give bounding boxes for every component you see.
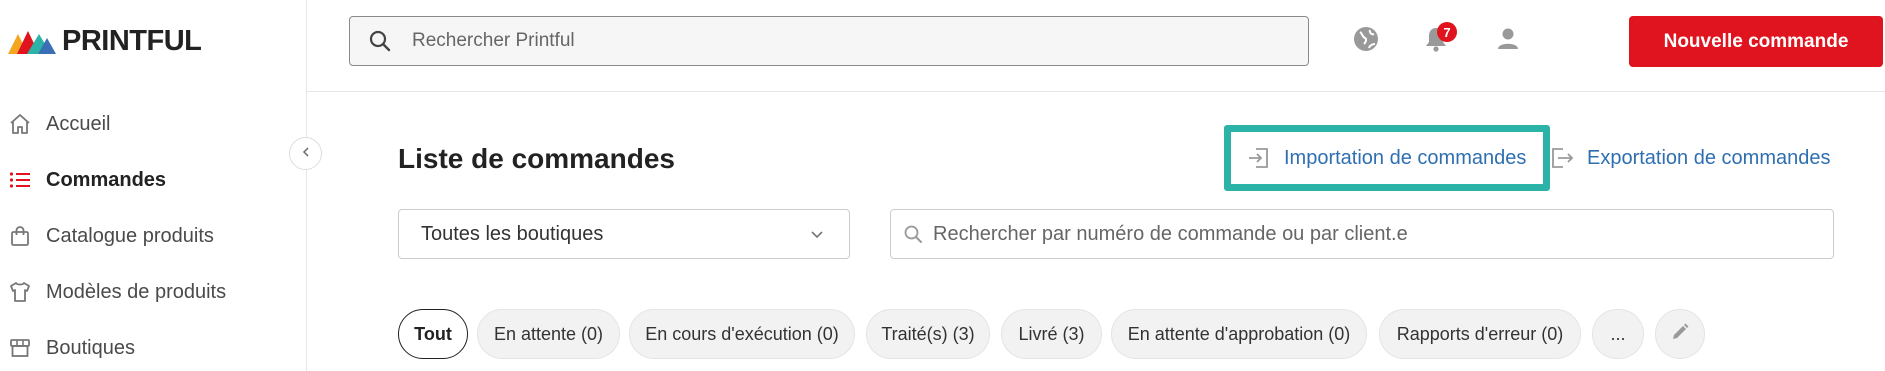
edit-filters-button[interactable] [1655, 309, 1705, 359]
printful-logo-icon [8, 31, 56, 54]
sidebar-item-modeles[interactable]: Modèles de produits [0, 264, 306, 320]
sidebar-item-commandes[interactable]: Commandes [0, 152, 306, 208]
sidebar-item-label: Modèles de produits [46, 280, 227, 303]
collapse-sidebar-button[interactable] [289, 137, 322, 170]
notifications-button[interactable]: 7 [1421, 22, 1457, 56]
order-search[interactable] [890, 209, 1834, 259]
order-search-input[interactable] [933, 222, 1823, 246]
sidebar-item-boutiques[interactable]: Boutiques [0, 320, 306, 371]
language-button[interactable] [1351, 26, 1381, 56]
store-select[interactable]: Toutes les boutiques [398, 209, 850, 259]
sidebar-item-accueil[interactable]: Accueil [0, 96, 306, 152]
printful-logo[interactable]: PRINTFUL [8, 24, 202, 58]
filter-chip-pending[interactable]: En attente (0) [477, 309, 620, 359]
globe-icon [1352, 25, 1380, 58]
store-select-value: Toutes les boutiques [421, 222, 604, 245]
global-search-input[interactable] [412, 30, 1292, 52]
store-icon [7, 335, 33, 361]
new-order-button[interactable]: Nouvelle commande [1629, 16, 1883, 67]
pencil-icon [1670, 322, 1690, 347]
list-icon [7, 167, 33, 193]
sidebar-item-label: Catalogue produits [46, 224, 214, 247]
sidebar: PRINTFUL Accueil Commandes Catalogue pro… [0, 0, 307, 371]
account-button[interactable] [1493, 26, 1523, 56]
top-bar: 7 Nouvelle commande [307, 0, 1885, 92]
sidebar-item-label: Accueil [46, 112, 111, 135]
search-icon [903, 223, 925, 245]
search-icon [368, 28, 394, 54]
filter-chip-more[interactable]: ... [1592, 309, 1644, 359]
filter-chip-delivered[interactable]: Livré (3) [1001, 309, 1102, 359]
chevron-left-icon [300, 145, 312, 163]
filter-chip-awaiting-approval[interactable]: En attente d'approbation (0) [1111, 309, 1367, 359]
sidebar-item-catalogue[interactable]: Catalogue produits [0, 208, 306, 264]
export-orders-label: Exportation de commandes [1587, 146, 1831, 169]
filter-chip-all[interactable]: Tout [398, 309, 468, 359]
sidebar-item-label: Boutiques [46, 336, 135, 359]
sidebar-item-label: Commandes [46, 168, 167, 191]
filter-chip-error-reports[interactable]: Rapports d'erreur (0) [1379, 309, 1581, 359]
notification-badge: 7 [1437, 22, 1457, 42]
filter-chip-in-progress[interactable]: En cours d'exécution (0) [629, 309, 855, 359]
shopping-bag-icon [7, 223, 33, 249]
export-orders-link[interactable]: Exportation de commandes [1547, 143, 1830, 173]
import-icon [1244, 143, 1274, 173]
sidebar-nav: Accueil Commandes Catalogue produits Mod… [0, 96, 306, 371]
user-icon [1494, 25, 1522, 58]
global-search[interactable] [349, 16, 1309, 66]
import-orders-link[interactable]: Importation de commandes [1244, 143, 1526, 173]
page-title: Liste de commandes [398, 143, 675, 174]
home-icon [7, 111, 33, 137]
chevron-down-icon [809, 226, 825, 247]
import-orders-label: Importation de commandes [1284, 146, 1527, 169]
filter-chip-processed[interactable]: Traité(s) (3) [866, 309, 990, 359]
brand-name: PRINTFUL [62, 24, 202, 57]
export-icon [1547, 143, 1577, 173]
tshirt-icon [7, 279, 33, 305]
